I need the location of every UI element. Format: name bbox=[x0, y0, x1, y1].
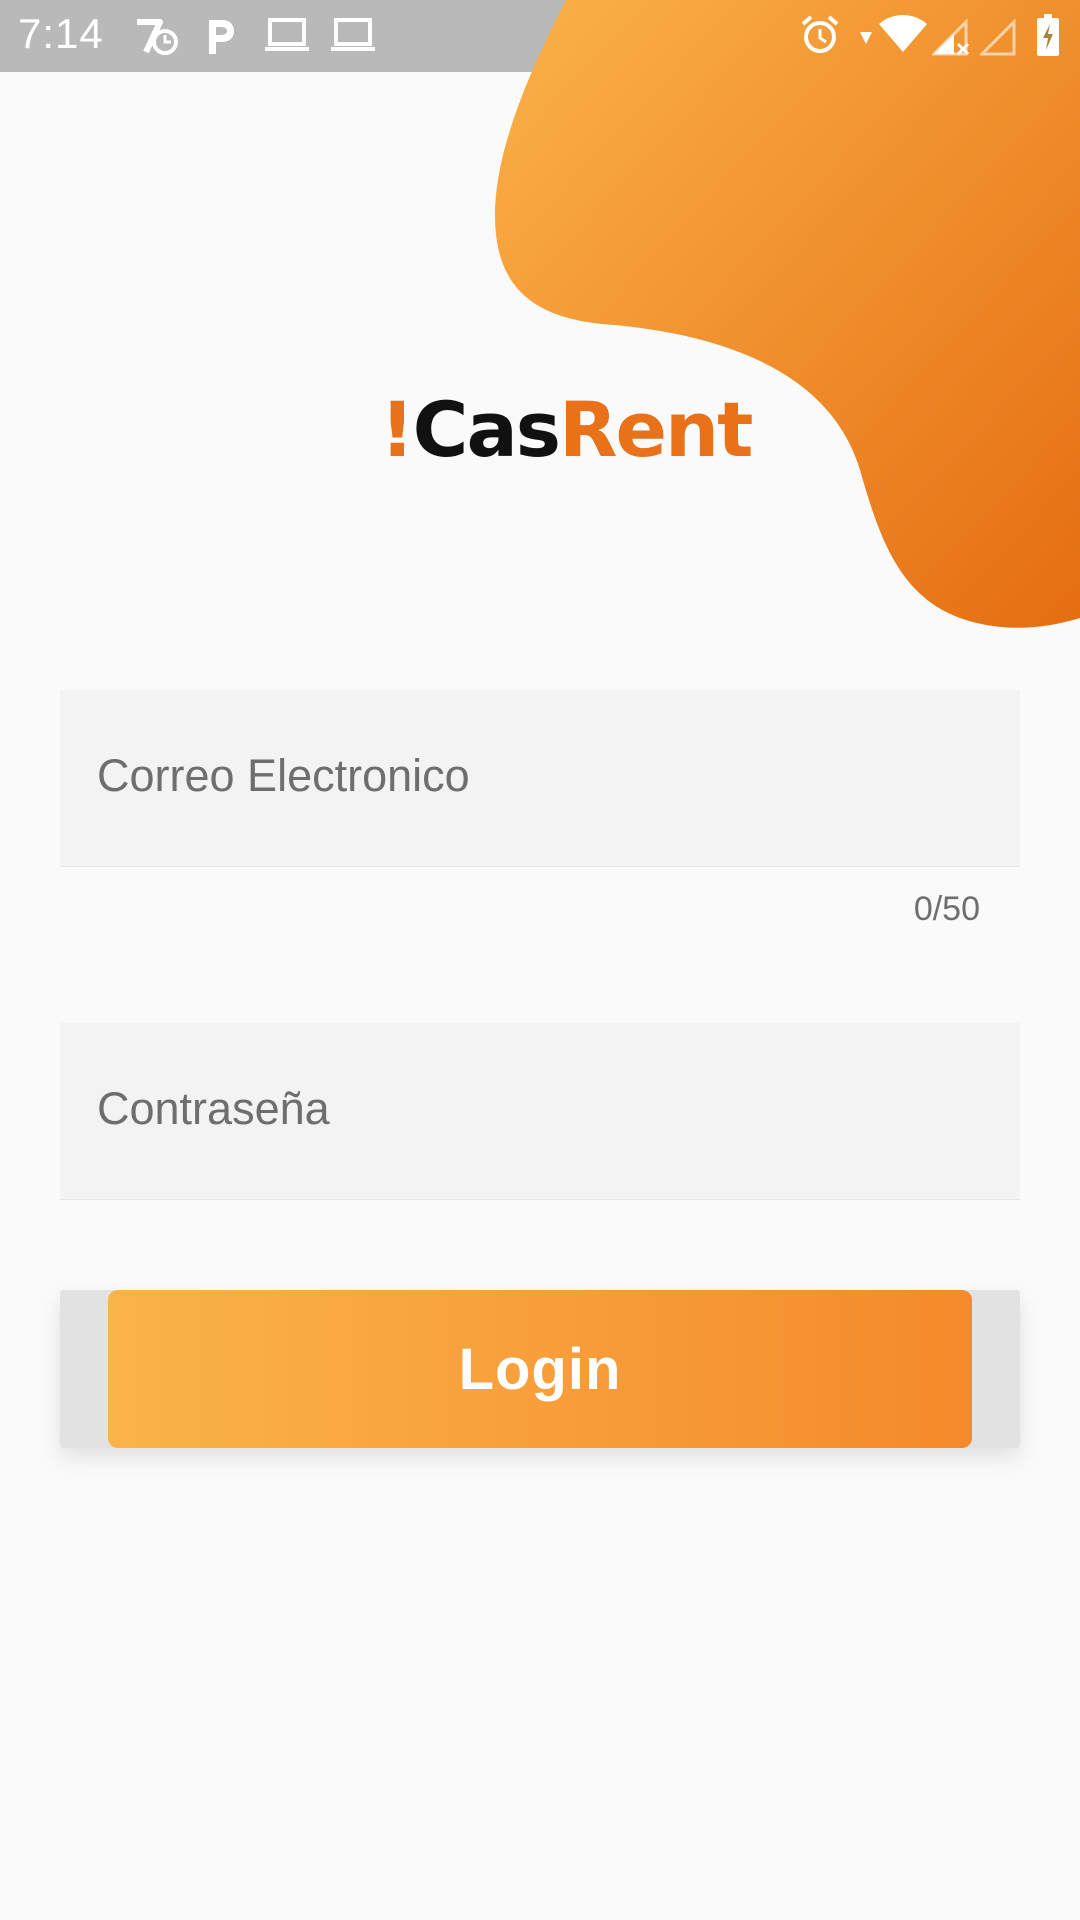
laptop-icon bbox=[330, 16, 376, 56]
alarm-icon bbox=[800, 14, 840, 56]
signal-empty-icon bbox=[980, 18, 1016, 56]
login-button-label: Login bbox=[458, 1336, 622, 1402]
laptop-icon bbox=[264, 16, 310, 56]
tasker-icon bbox=[134, 16, 180, 56]
logo-exclamation: ! bbox=[380, 385, 415, 474]
password-field-label: Contraseña bbox=[97, 1083, 330, 1134]
data-activity-icon bbox=[858, 20, 874, 50]
login-button-container: Login bbox=[60, 1290, 1020, 1448]
parking-icon bbox=[204, 16, 236, 56]
status-bar-content: 7:14 bbox=[0, 0, 1080, 72]
logo-cas: Cas bbox=[412, 385, 561, 474]
app-logo: !CasRent bbox=[380, 385, 754, 474]
signal-icon bbox=[932, 18, 972, 56]
email-field-label: Correo Electronico bbox=[97, 750, 470, 801]
login-button[interactable]: Login bbox=[108, 1290, 972, 1448]
wifi-icon bbox=[878, 14, 928, 54]
orange-blob-decoration bbox=[495, 0, 1080, 628]
logo-rent: Rent bbox=[558, 385, 754, 474]
email-character-counter: 0/50 bbox=[913, 890, 980, 928]
email-field[interactable]: Correo Electronico bbox=[60, 690, 1020, 867]
password-field[interactable]: Contraseña bbox=[60, 1023, 1020, 1200]
battery-charging-icon bbox=[1036, 14, 1060, 58]
clock-text: 7:14 bbox=[18, 10, 104, 57]
